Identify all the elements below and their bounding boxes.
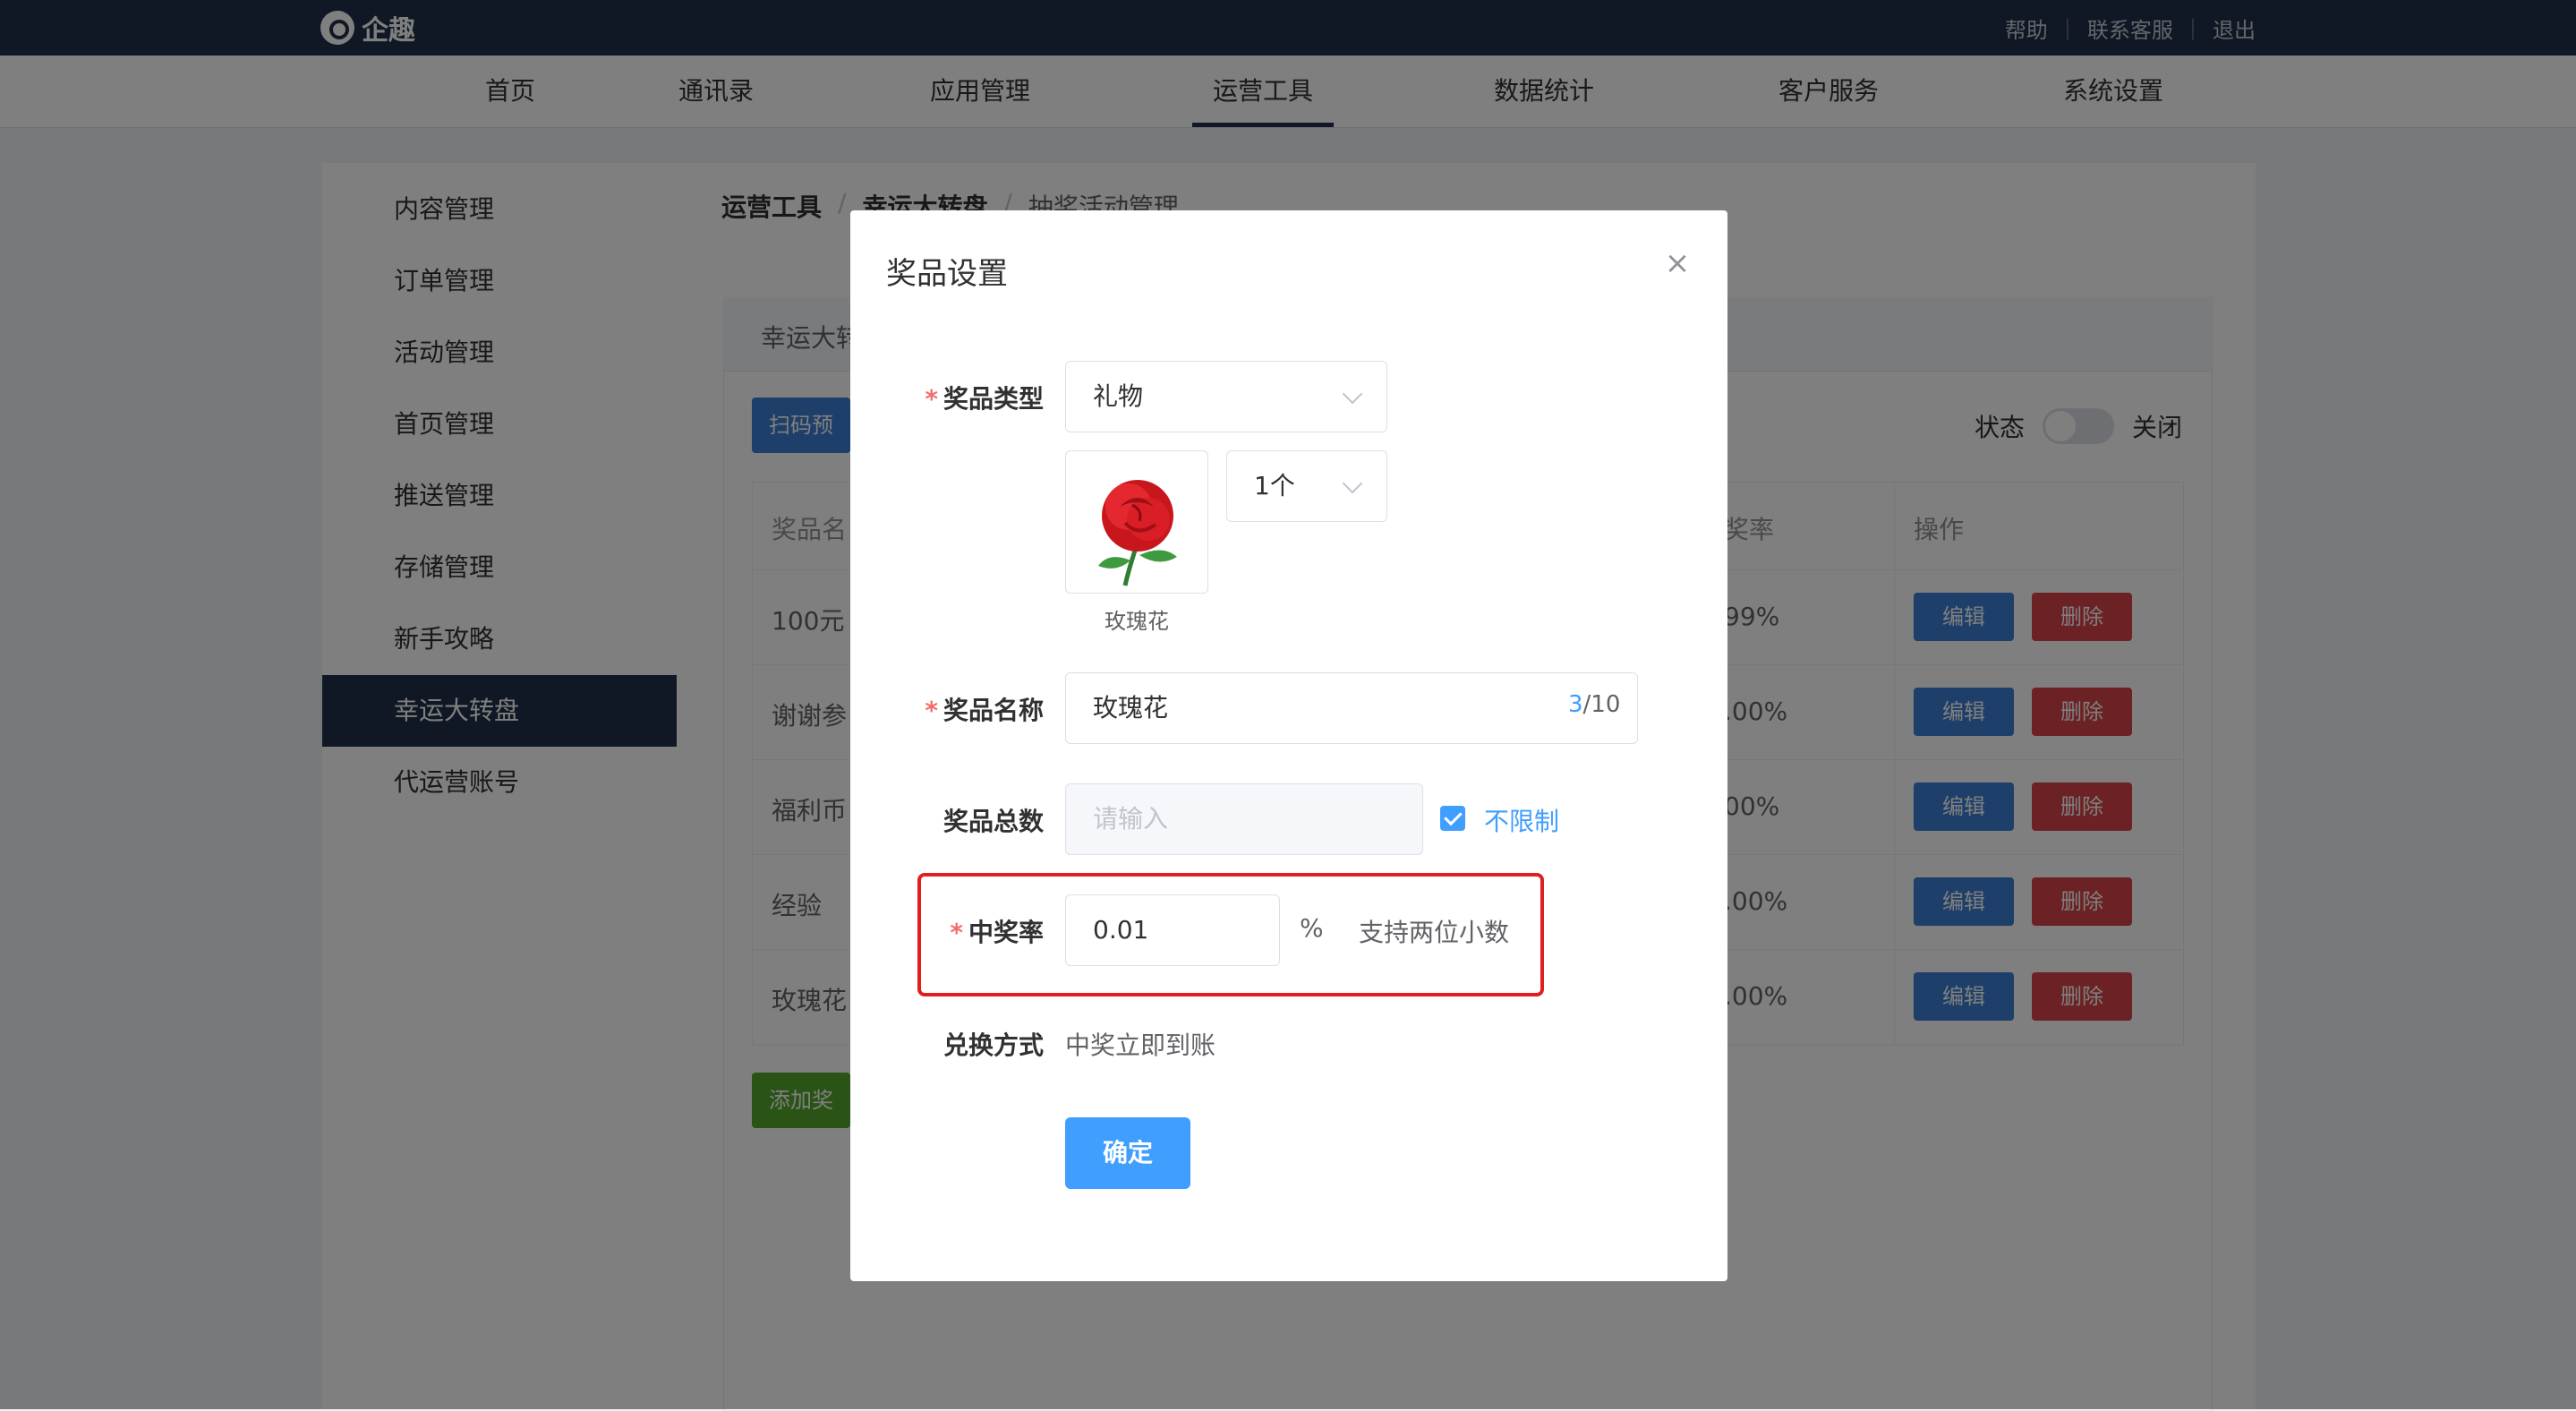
- prize-name-value: 玫瑰花: [1093, 693, 1169, 723]
- win-rate-label: * 中奖率: [950, 918, 1044, 947]
- character-counter: 3/10: [1568, 691, 1621, 718]
- prize-type-select[interactable]: 礼物: [1065, 361, 1387, 432]
- confirm-button[interactable]: 确定: [1065, 1117, 1190, 1189]
- prize-total-input[interactable]: 请输入: [1065, 783, 1423, 855]
- gift-caption: 玫瑰花: [1105, 609, 1169, 634]
- win-rate-hint: 支持两位小数: [1359, 918, 1510, 947]
- prize-name-label: * 奖品名称: [925, 696, 1044, 725]
- dialog-title: 奖品设置: [886, 256, 1008, 292]
- win-rate-unit: %: [1300, 913, 1324, 943]
- unlimited-checkbox[interactable]: [1440, 806, 1465, 831]
- prize-total-placeholder: 请输入: [1093, 804, 1169, 834]
- prize-type-value: 礼物: [1093, 381, 1144, 411]
- redeem-method-value: 中奖立即到账: [1065, 1030, 1216, 1060]
- gift-image-tile[interactable]: [1065, 450, 1208, 594]
- win-rate-value: 0.01: [1093, 915, 1149, 945]
- win-rate-input[interactable]: 0.01: [1065, 894, 1280, 966]
- gift-quantity-value: 1个: [1254, 471, 1295, 500]
- close-icon[interactable]: ×: [1663, 248, 1692, 278]
- unlimited-label[interactable]: 不限制: [1484, 802, 1559, 838]
- chevron-down-icon: [1342, 383, 1363, 405]
- prize-name-input[interactable]: 玫瑰花: [1065, 672, 1638, 744]
- chevron-down-icon: [1342, 473, 1363, 494]
- rose-icon: [1098, 480, 1177, 586]
- redeem-method-label: 兑换方式: [943, 1030, 1044, 1060]
- prize-total-label: 奖品总数: [943, 807, 1044, 836]
- prize-type-label: * 奖品类型: [925, 384, 1044, 414]
- gift-quantity-select[interactable]: 1个: [1226, 450, 1387, 522]
